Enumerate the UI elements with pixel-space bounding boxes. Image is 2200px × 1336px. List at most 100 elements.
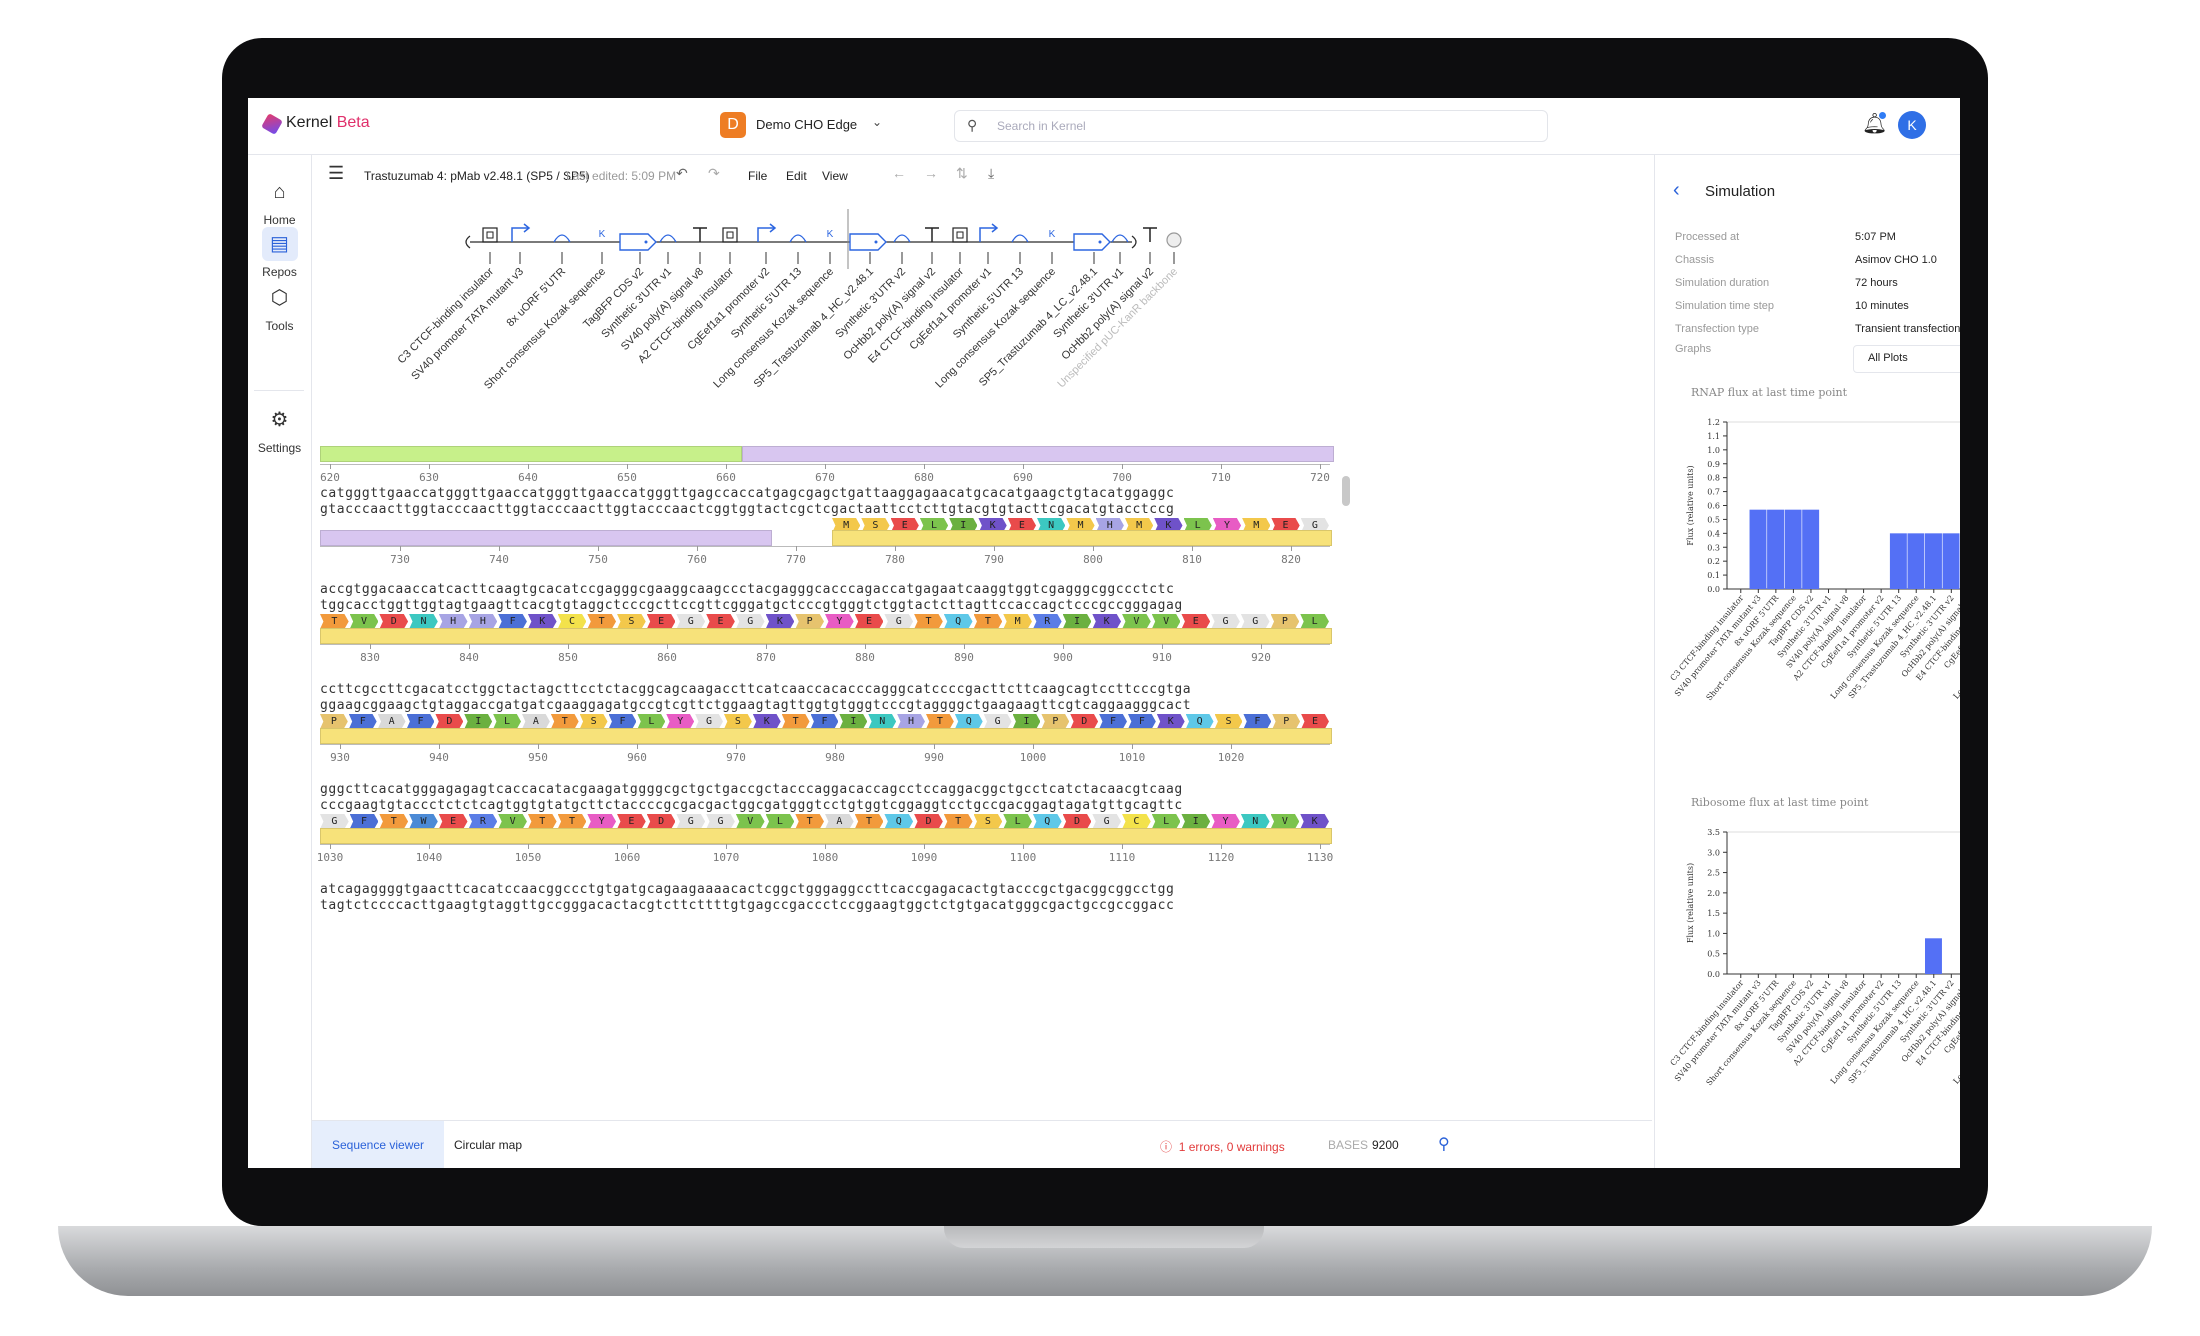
amino-acid[interactable]: G — [1211, 614, 1240, 629]
amino-acid[interactable]: E — [1181, 614, 1211, 629]
amino-acid[interactable]: T — [914, 614, 943, 629]
amino-acid[interactable]: F — [1128, 714, 1156, 729]
amino-acid[interactable]: F — [348, 714, 377, 729]
amino-acid[interactable]: F — [1243, 714, 1272, 729]
amino-acid[interactable]: T — [557, 814, 587, 829]
amino-acid[interactable]: R — [468, 814, 498, 829]
nav-tools[interactable]: ⬡ Tools — [248, 281, 311, 333]
amino-acid[interactable]: S — [579, 714, 608, 729]
amino-acid[interactable]: V — [349, 614, 379, 629]
amino-acid[interactable]: K — [1300, 814, 1329, 829]
amino-acid[interactable]: T — [320, 614, 349, 629]
amino-acid[interactable]: L — [493, 714, 521, 729]
amino-acid[interactable]: W — [409, 814, 438, 829]
amino-acid[interactable]: F — [608, 714, 637, 729]
amino-acid[interactable]: T — [781, 714, 810, 729]
amino-acid[interactable]: E — [706, 614, 735, 629]
amino-acid[interactable]: L — [765, 814, 795, 829]
amino-acid[interactable]: E — [646, 614, 676, 629]
amino-acid[interactable]: D — [914, 814, 943, 829]
feature-sv40-promoter[interactable] — [320, 446, 742, 462]
feature-tagbfp-cds[interactable] — [320, 628, 1332, 644]
amino-acid[interactable]: E — [1301, 714, 1329, 729]
chevron-down-icon[interactable]: ⌄ — [872, 115, 882, 129]
swap-icon[interactable]: ⇅ — [956, 165, 968, 182]
amino-acid[interactable]: G — [320, 814, 349, 829]
nav-repos[interactable]: ▤ Repos — [248, 227, 311, 279]
user-avatar[interactable]: K — [1898, 111, 1926, 139]
amino-acid[interactable]: A — [377, 714, 406, 729]
amino-acid[interactable]: D — [646, 814, 676, 829]
amino-acid[interactable]: L — [1300, 614, 1329, 629]
amino-acid[interactable]: H — [468, 614, 498, 629]
search-icon[interactable]: ⚲ — [1438, 1134, 1450, 1154]
amino-acid[interactable]: P — [320, 714, 348, 729]
amino-acid[interactable]: G — [735, 614, 765, 629]
amino-acid[interactable]: N — [868, 714, 897, 729]
amino-acid[interactable]: D — [435, 714, 464, 729]
amino-acid[interactable]: D — [379, 614, 409, 629]
amino-acid[interactable]: D — [1062, 814, 1092, 829]
amino-acid[interactable]: E — [854, 614, 884, 629]
amino-acid[interactable]: Y — [1211, 814, 1240, 829]
menu-view[interactable]: View — [822, 169, 848, 183]
amino-acid[interactable]: C — [557, 614, 587, 629]
amino-acid[interactable]: N — [409, 614, 438, 629]
amino-acid[interactable]: T — [587, 614, 617, 629]
redo-icon[interactable]: ↷ — [708, 165, 720, 182]
amino-acid[interactable]: F — [406, 714, 435, 729]
amino-acid[interactable]: L — [1151, 814, 1181, 829]
amino-acid[interactable]: T — [854, 814, 884, 829]
amino-acid[interactable]: A — [522, 714, 550, 729]
amino-acid[interactable]: S — [1214, 714, 1243, 729]
amino-acid[interactable]: D — [1070, 714, 1099, 729]
amino-acid[interactable]: G — [676, 614, 706, 629]
amino-acid[interactable]: I — [1012, 714, 1041, 729]
tab-circular-map[interactable]: Circular map — [454, 1121, 522, 1168]
amino-acid[interactable]: H — [897, 714, 925, 729]
feature-tagbfp-cds[interactable] — [320, 728, 1332, 744]
search-bar[interactable]: ⚲ Search in Kernel — [954, 110, 1548, 142]
menu-edit[interactable]: Edit — [786, 169, 807, 183]
amino-acid[interactable]: N — [1240, 814, 1270, 829]
amino-acid[interactable]: G — [1092, 814, 1122, 829]
document-title[interactable]: Trastuzumab 4: pMab v2.48.1 (SP5 / SP5) — [364, 169, 590, 183]
arrow-left-icon[interactable]: ← — [892, 165, 906, 181]
sequence-viewer[interactable]: 620 630 640 650 660 670 680 690 700 710 720 catgggt… — [312, 440, 1652, 1120]
amino-acid[interactable]: V — [735, 814, 765, 829]
amino-acid[interactable]: C — [1122, 814, 1151, 829]
amino-acid[interactable]: G — [706, 814, 735, 829]
amino-acid[interactable]: Q — [954, 714, 983, 729]
amino-acid[interactable]: Q — [1185, 714, 1214, 729]
feature-tagbfp-cds[interactable] — [320, 828, 1332, 844]
nav-home[interactable]: ⌂ Home — [248, 175, 311, 227]
amino-acid[interactable]: Y — [825, 614, 854, 629]
error-status[interactable]: ⓘ 1 errors, 0 warnings — [1160, 1138, 1285, 1155]
nav-settings[interactable]: ⚙ Settings — [248, 403, 311, 455]
amino-acid[interactable]: K — [765, 614, 795, 629]
amino-acid[interactable]: L — [1003, 814, 1032, 829]
amino-acid[interactable]: T — [926, 714, 954, 729]
brand[interactable]: Kernel Beta — [286, 114, 370, 132]
amino-acid[interactable]: I — [1181, 814, 1211, 829]
tab-sequence-viewer[interactable]: Sequence viewer — [312, 1121, 444, 1168]
feature-uorf[interactable] — [320, 530, 772, 546]
amino-acid[interactable]: T — [550, 714, 579, 729]
amino-acid[interactable]: G — [1240, 614, 1270, 629]
amino-acid[interactable]: R — [1032, 614, 1062, 629]
amino-acid[interactable]: V — [1270, 814, 1300, 829]
amino-acid[interactable]: S — [617, 614, 646, 629]
amino-acid[interactable]: H — [438, 614, 468, 629]
amino-acid[interactable]: G — [983, 714, 1012, 729]
amino-acid[interactable]: A — [825, 814, 854, 829]
amino-acid[interactable]: S — [724, 714, 752, 729]
amino-acid[interactable]: F — [349, 814, 379, 829]
amino-acid[interactable]: S — [973, 814, 1003, 829]
feature-tagbfp-cds[interactable] — [832, 530, 1332, 546]
menu-icon[interactable]: ☰ — [328, 163, 344, 184]
amino-acid[interactable]: P — [1272, 714, 1301, 729]
amino-acid[interactable]: F — [810, 714, 839, 729]
amino-acid[interactable]: E — [617, 814, 646, 829]
amino-acid[interactable]: I — [839, 714, 868, 729]
amino-acid[interactable]: T — [527, 814, 557, 829]
